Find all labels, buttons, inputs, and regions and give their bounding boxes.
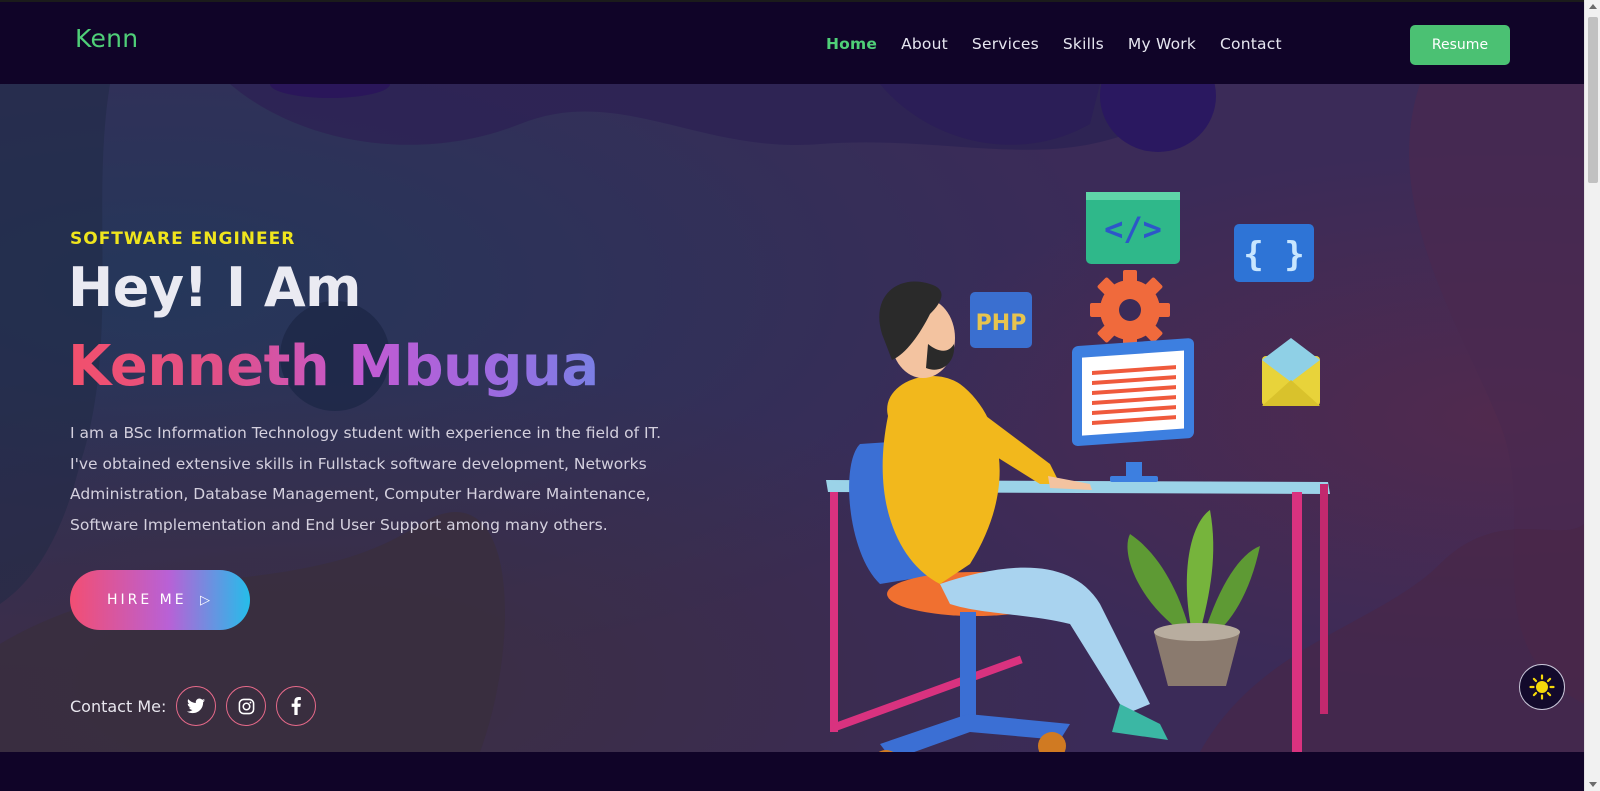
braces-cube: { }: [1234, 224, 1314, 282]
nav-link-services[interactable]: Services: [972, 35, 1039, 53]
nav-link-contact[interactable]: Contact: [1220, 35, 1282, 53]
send-icon: ▷: [200, 593, 214, 608]
sun-icon: [1529, 674, 1555, 700]
nav-links: Home About Services Skills My Work Conta…: [826, 35, 1306, 53]
scroll-up-arrow-icon[interactable]: [1589, 4, 1597, 9]
hire-me-button[interactable]: HIRE ME ▷: [70, 570, 250, 630]
contact-row: Contact Me:: [70, 686, 326, 726]
instagram-link[interactable]: [226, 686, 267, 726]
code-tag-text: </>: [1104, 210, 1162, 248]
navbar: Kenn Home About Services Skills My Work …: [0, 0, 1584, 84]
hero-bio: I am a BSc Information Technology studen…: [70, 424, 662, 534]
scrollbar-thumb[interactable]: [1588, 17, 1598, 183]
bottom-strip: [0, 752, 1584, 791]
scroll-down-arrow-icon[interactable]: [1589, 782, 1597, 787]
hero-greeting: Hey! I Am: [68, 256, 361, 319]
code-tag-cube: </>: [1086, 192, 1180, 264]
nav-link-home[interactable]: Home: [826, 35, 877, 53]
theme-toggle-button[interactable]: [1519, 664, 1565, 710]
nav-link-skills[interactable]: Skills: [1063, 35, 1104, 53]
brand-logo[interactable]: Kenn: [75, 24, 138, 53]
hero-name: Kenneth Mbugua: [68, 334, 599, 399]
facebook-icon: [292, 697, 302, 715]
contact-label: Contact Me:: [70, 696, 167, 716]
braces-text: { }: [1243, 235, 1304, 275]
resume-button[interactable]: Resume: [1410, 25, 1510, 65]
twitter-icon: [187, 698, 206, 714]
twitter-link[interactable]: [176, 686, 217, 726]
nav-link-my-work[interactable]: My Work: [1128, 35, 1196, 53]
monitor-graphic: [1072, 338, 1194, 482]
page-scrollbar[interactable]: [1584, 0, 1600, 791]
nav-link-about[interactable]: About: [901, 35, 948, 53]
gear-graphic: [1090, 270, 1170, 350]
developer-illustration: </> { } PHP: [826, 192, 1330, 752]
envelope-graphic: [1262, 338, 1320, 406]
instagram-icon: [238, 698, 255, 714]
facebook-link[interactable]: [276, 686, 317, 726]
page-frame: Kenn Home About Services Skills My Work …: [0, 0, 1584, 791]
hire-me-label: HIRE ME: [106, 592, 187, 608]
php-text: PHP: [976, 311, 1027, 336]
php-cube: PHP: [970, 292, 1032, 348]
hero-section: SOFTWARE ENGINEER Hey! I Am Kenneth Mbug…: [0, 84, 1584, 752]
hero-tagline: SOFTWARE ENGINEER: [70, 229, 296, 249]
plant-graphic: [1127, 510, 1260, 686]
